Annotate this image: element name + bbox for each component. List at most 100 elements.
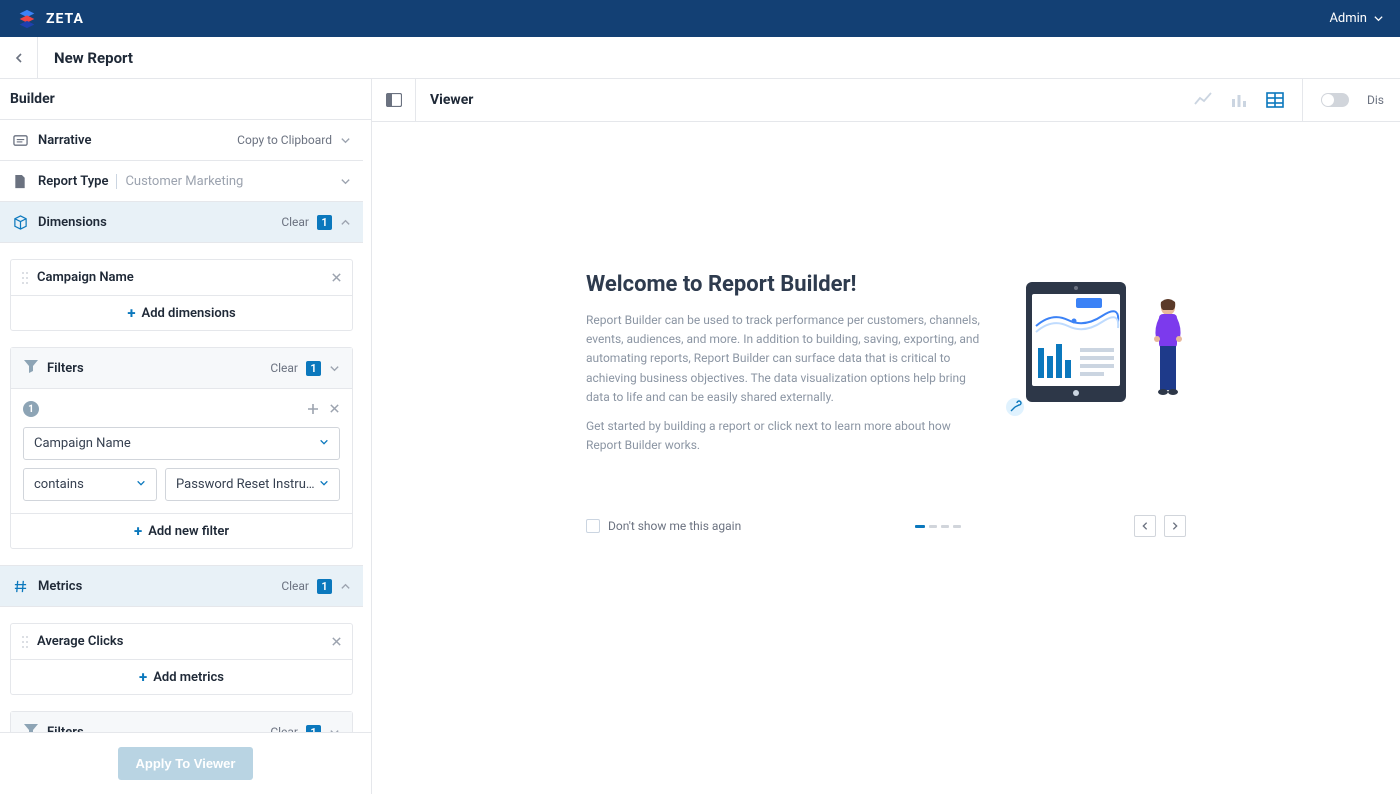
viewer-body: Welcome to Report Builder! Report Builde… (372, 122, 1400, 794)
dimension-chip: Campaign Name (11, 260, 352, 296)
metrics-body: Average Clicks + Add metrics Filters Cle… (0, 607, 363, 732)
toggle-sidebar-button[interactable] (372, 79, 416, 121)
section-dimensions[interactable]: Dimensions Clear 1 (0, 202, 363, 243)
section-metrics[interactable]: Metrics Clear 1 (0, 566, 363, 607)
plus-icon: + (134, 522, 142, 540)
filter-icon (23, 358, 39, 378)
add-dimensions-label: Add dimensions (142, 306, 236, 321)
chevron-left-icon (13, 52, 25, 64)
filters-clear[interactable]: Clear (270, 361, 298, 375)
add-dimensions-button[interactable]: + Add dimensions (11, 296, 352, 330)
dimensions-clear[interactable]: Clear (281, 215, 309, 229)
metrics-clear[interactable]: Clear (281, 579, 309, 593)
apply-to-viewer-button[interactable]: Apply To Viewer (118, 747, 254, 780)
chevron-down-icon (136, 477, 146, 492)
bar-chart-view-icon[interactable] (1230, 91, 1248, 109)
collapse-chevron-icon[interactable] (340, 135, 351, 146)
dot-2[interactable] (929, 525, 937, 528)
viewer-title: Viewer (416, 92, 473, 108)
report-type-label: Report Type (38, 174, 108, 189)
welcome-nav: Don't show me this again (586, 515, 1186, 537)
drag-handle-icon[interactable] (21, 271, 29, 285)
add-metrics-button[interactable]: + Add metrics (11, 660, 352, 694)
viewer-header: Viewer Dis (372, 79, 1400, 122)
plus-icon: + (127, 304, 135, 322)
filter-field-select[interactable]: Campaign Name (23, 427, 340, 460)
drag-handle-icon[interactable] (21, 635, 29, 649)
chevron-left-icon (1140, 521, 1150, 531)
header-bar: New Report (0, 37, 1400, 79)
viewer-pane: Viewer Dis Welcome to Report Builder! Re… (372, 79, 1400, 794)
remove-filter-group-icon[interactable] (329, 403, 340, 415)
hash-icon (12, 578, 28, 594)
checkbox-icon (586, 519, 600, 533)
next-button[interactable] (1164, 515, 1186, 537)
collapse-chevron-icon[interactable] (340, 176, 351, 187)
add-metrics-label: Add metrics (153, 670, 224, 685)
builder-title: Builder (0, 79, 371, 120)
add-new-filter-label: Add new filter (148, 524, 229, 539)
filter-group: 1 Campaign Name contains (11, 389, 352, 513)
remove-dimension-icon[interactable] (331, 272, 342, 283)
pagination-dots (915, 525, 961, 528)
welcome-illustration (1006, 272, 1186, 422)
dot-4[interactable] (953, 525, 961, 528)
prev-button[interactable] (1134, 515, 1156, 537)
plus-icon: + (139, 668, 147, 686)
add-filter-icon[interactable] (307, 403, 319, 415)
filter-value-value: Password Reset Instructi... (176, 477, 319, 492)
collapse-chevron-icon[interactable] (340, 217, 351, 228)
filter-operator-select[interactable]: contains (23, 468, 157, 501)
dot-1[interactable] (915, 525, 925, 528)
filters-label: Filters (47, 361, 84, 376)
welcome-title: Welcome to Report Builder! (586, 272, 982, 297)
zeta-logo-icon (16, 8, 38, 30)
builder-sidebar: Builder Narrative Copy to Clipboard Repo… (0, 79, 372, 794)
collapse-chevron-icon[interactable] (340, 581, 351, 592)
display-toggle[interactable] (1321, 93, 1349, 107)
narrative-icon (12, 132, 28, 148)
metric-chip-label: Average Clicks (37, 634, 123, 649)
cube-icon (12, 214, 28, 230)
dimensions-label: Dimensions (38, 215, 107, 230)
line-chart-view-icon[interactable] (1194, 91, 1212, 109)
metric-chip: Average Clicks (11, 624, 352, 660)
apply-bar: Apply To Viewer (0, 732, 371, 794)
dont-show-label: Don't show me this again (608, 519, 741, 533)
filter-value-select[interactable]: Password Reset Instructi... (165, 468, 340, 501)
collapse-chevron-icon[interactable] (329, 727, 340, 733)
filter-operator-value: contains (34, 477, 84, 492)
remove-metric-icon[interactable] (331, 636, 342, 647)
chevron-down-icon (319, 477, 329, 492)
welcome-paragraph-1: Report Builder can be used to track perf… (586, 311, 982, 407)
filter-group-number: 1 (23, 401, 39, 417)
top-bar: ZETA Admin (0, 0, 1400, 37)
wrench-icon (1006, 398, 1024, 416)
dimensions-filters-header[interactable]: Filters Clear 1 (11, 348, 352, 389)
section-narrative[interactable]: Narrative Copy to Clipboard (0, 120, 363, 161)
dont-show-checkbox[interactable]: Don't show me this again (586, 519, 741, 533)
report-type-value: Customer Marketing (116, 174, 243, 189)
back-button[interactable] (0, 37, 38, 79)
copy-to-clipboard[interactable]: Copy to Clipboard (237, 133, 332, 147)
dimension-chip-label: Campaign Name (37, 270, 134, 285)
collapse-chevron-icon[interactable] (329, 363, 340, 374)
chevron-down-icon (1373, 13, 1384, 24)
user-menu[interactable]: Admin (1329, 11, 1384, 26)
chevron-down-icon (319, 436, 329, 451)
metrics-filters-clear[interactable]: Clear (270, 725, 298, 732)
section-report-type[interactable]: Report Type Customer Marketing (0, 161, 363, 202)
metrics-count-badge: 1 (317, 579, 332, 594)
metrics-filters-header[interactable]: Filters Clear 1 (11, 712, 352, 732)
panel-toggle-icon (386, 93, 402, 107)
display-toggle-label: Dis (1367, 93, 1384, 107)
brand-name: ZETA (46, 11, 84, 27)
metrics-filters-count-badge: 1 (306, 725, 321, 733)
logo-area: ZETA (16, 8, 84, 30)
dot-3[interactable] (941, 525, 949, 528)
table-view-icon[interactable] (1266, 91, 1284, 109)
user-label: Admin (1329, 11, 1367, 26)
chevron-right-icon (1170, 521, 1180, 531)
add-new-filter-button[interactable]: + Add new filter (11, 513, 352, 548)
filters-count-badge: 1 (306, 361, 321, 376)
